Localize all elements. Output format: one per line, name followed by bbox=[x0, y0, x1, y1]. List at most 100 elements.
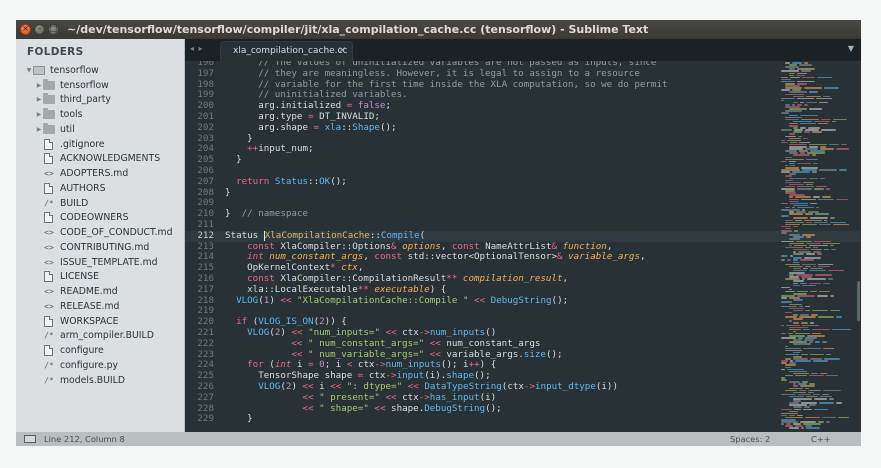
cursor-position: Line 212, Column 8 bbox=[44, 434, 125, 444]
file-icon bbox=[44, 138, 53, 150]
sidebar-item-build[interactable]: /* BUILD bbox=[43, 196, 88, 211]
sidebar-item-configure[interactable]: configure bbox=[43, 343, 104, 358]
script-file-icon: /* bbox=[44, 331, 54, 341]
expand-arrow-icon[interactable]: ▶ bbox=[35, 96, 43, 103]
sidebar-item-codeowners[interactable]: CODEOWNERS bbox=[43, 211, 129, 226]
code-file-icon: <> bbox=[44, 287, 54, 297]
sidebar-item-gitignore[interactable]: .gitignore bbox=[43, 137, 105, 152]
panel-toggle-icon[interactable] bbox=[24, 435, 36, 443]
maximize-window-button[interactable]: □ bbox=[48, 24, 59, 35]
sidebar-root-folder[interactable]: ▼ tensorflow bbox=[25, 63, 99, 78]
code-file-icon: <> bbox=[44, 301, 54, 311]
sidebar-item-label: configure bbox=[60, 345, 104, 357]
sidebar-item-third-party[interactable]: ▶ third_party bbox=[35, 93, 111, 108]
code-line[interactable]: } // namespace bbox=[225, 208, 308, 220]
open-folder-icon bbox=[33, 65, 45, 75]
line-number: 222 bbox=[197, 337, 214, 349]
expand-arrow-icon[interactable]: ▶ bbox=[35, 111, 43, 118]
sidebar-item-label: AUTHORS bbox=[60, 182, 106, 194]
sidebar-item-label: .gitignore bbox=[60, 138, 105, 150]
indentation-setting[interactable]: Spaces: 2 bbox=[730, 434, 770, 444]
code-line[interactable]: } bbox=[225, 413, 253, 425]
file-icon bbox=[44, 153, 53, 165]
code-editor[interactable]: 196 197 198 199 200 201 202 203 204 205 206 207 208 2… bbox=[185, 61, 861, 432]
file-icon bbox=[44, 271, 53, 283]
sidebar-item-label: RELEASE.md bbox=[60, 300, 120, 312]
line-number: 202 bbox=[197, 121, 214, 133]
sidebar-item-configure-py[interactable]: /* configure.py bbox=[43, 358, 118, 373]
script-file-icon: /* bbox=[44, 375, 54, 385]
file-icon bbox=[44, 345, 53, 357]
sidebar-item-arm-compiler-build[interactable]: /* arm_compiler.BUILD bbox=[43, 329, 154, 344]
sidebar-item-label: CODE_OF_CONDUCT.md bbox=[60, 227, 173, 239]
vertical-scrollbar[interactable] bbox=[857, 281, 860, 321]
file-icon bbox=[44, 315, 53, 327]
sidebar-item-authors[interactable]: AUTHORS bbox=[43, 181, 106, 196]
close-icon: × bbox=[22, 24, 29, 33]
file-icon bbox=[44, 182, 53, 194]
script-file-icon: /* bbox=[44, 360, 54, 370]
sidebar-header: FOLDERS bbox=[27, 46, 84, 58]
tab-close-icon[interactable]: × bbox=[338, 45, 346, 56]
sidebar-item-acknowledgments[interactable]: ACKNOWLEDGMENTS bbox=[43, 152, 160, 167]
sidebar-item-label: BUILD bbox=[60, 197, 89, 209]
sidebar-item-util[interactable]: ▶ util bbox=[35, 122, 75, 137]
line-number-gutter: 196 197 198 199 200 201 202 203 204 205 206 207 208 2… bbox=[185, 61, 222, 432]
sidebar-item-models-build[interactable]: /* models.BUILD bbox=[43, 373, 125, 388]
folders-sidebar: FOLDERS ▼ tensorflow ▶ tensorflow ▶ third_p… bbox=[16, 39, 185, 432]
expand-arrow-icon[interactable]: ▶ bbox=[35, 82, 43, 89]
sidebar-item-contributing-md[interactable]: <> CONTRIBUTING.md bbox=[43, 240, 149, 255]
sidebar-item-label: ADOPTERS.md bbox=[60, 168, 129, 180]
code-line[interactable]: } bbox=[225, 187, 231, 199]
tab-xla-compilation-cache[interactable]: xla_compilation_cache.cc × bbox=[220, 41, 353, 61]
code-area[interactable]: // The values of uninitialized variables… bbox=[225, 61, 770, 432]
code-line[interactable]: } bbox=[225, 154, 242, 166]
code-file-icon: <> bbox=[44, 228, 54, 238]
folder-icon bbox=[43, 78, 55, 90]
sidebar-item-license[interactable]: LICENSE bbox=[43, 270, 99, 285]
code-file-icon: <> bbox=[44, 257, 54, 267]
minimize-window-button[interactable]: – bbox=[34, 24, 45, 35]
code-line[interactable]: VLOG(1) << "XlaCompilationCache::Compile… bbox=[225, 295, 568, 307]
code-file-icon: <> bbox=[44, 169, 54, 179]
sidebar-item-label: WORKSPACE bbox=[60, 315, 119, 327]
sidebar-item-tensorflow[interactable]: ▶ tensorflow bbox=[35, 78, 109, 93]
file-icon bbox=[44, 212, 53, 224]
sidebar-item-label: models.BUILD bbox=[60, 374, 126, 386]
tab-nav-arrows-icon[interactable]: ◂ ▸ bbox=[190, 44, 204, 53]
line-number: 197 bbox=[197, 67, 214, 79]
syntax-selector[interactable]: C++ bbox=[811, 434, 831, 444]
sublime-window: × – □ ~/dev/tensorflow/tensorflow/compil… bbox=[16, 20, 861, 446]
sidebar-item-code-of-conduct-md[interactable]: <> CODE_OF_CONDUCT.md bbox=[43, 225, 173, 240]
sidebar-item-label: ISSUE_TEMPLATE.md bbox=[60, 256, 158, 268]
sidebar-item-readme-md[interactable]: <> README.md bbox=[43, 284, 118, 299]
minimap[interactable] bbox=[781, 61, 854, 432]
minimize-icon: – bbox=[37, 24, 42, 33]
folder-icon bbox=[43, 108, 55, 120]
expand-arrow-icon[interactable]: ▶ bbox=[35, 126, 43, 133]
sidebar-item-release-md[interactable]: <> RELEASE.md bbox=[43, 299, 119, 314]
sidebar-item-label: third_party bbox=[60, 94, 111, 106]
line-number: 227 bbox=[197, 391, 214, 403]
title-bar: × – □ ~/dev/tensorflow/tensorflow/compil… bbox=[16, 20, 861, 39]
line-number: 207 bbox=[197, 175, 214, 187]
close-window-button[interactable]: × bbox=[20, 24, 31, 35]
sidebar-item-issue-template-md[interactable]: <> ISSUE_TEMPLATE.md bbox=[43, 255, 158, 270]
line-number: 217 bbox=[197, 283, 214, 295]
code-line[interactable]: return Status::OK(); bbox=[225, 176, 347, 188]
code-line[interactable]: << " shape=" << shape.DebugString(); bbox=[225, 403, 501, 415]
sidebar-item-label: LICENSE bbox=[60, 271, 100, 283]
sidebar-item-adopters-md[interactable]: <> ADOPTERS.md bbox=[43, 166, 128, 181]
sidebar-item-label: CONTRIBUTING.md bbox=[60, 241, 150, 253]
expand-arrow-icon[interactable]: ▼ bbox=[25, 67, 33, 74]
tab-bar: ◂ ▸ xla_compilation_cache.cc × ▼ bbox=[185, 39, 861, 61]
tab-list-dropdown-icon[interactable]: ▼ bbox=[848, 44, 854, 53]
folder-icon bbox=[43, 122, 55, 134]
line-number: 229 bbox=[197, 413, 214, 425]
sidebar-item-label: tensorflow bbox=[60, 79, 109, 91]
sidebar-item-tools[interactable]: ▶ tools bbox=[35, 107, 82, 122]
status-bar: Line 212, Column 8 Spaces: 2 C++ bbox=[16, 432, 861, 446]
sidebar-item-workspace[interactable]: WORKSPACE bbox=[43, 314, 119, 329]
script-file-icon: /* bbox=[44, 198, 54, 208]
sidebar-item-label: configure.py bbox=[60, 359, 119, 371]
